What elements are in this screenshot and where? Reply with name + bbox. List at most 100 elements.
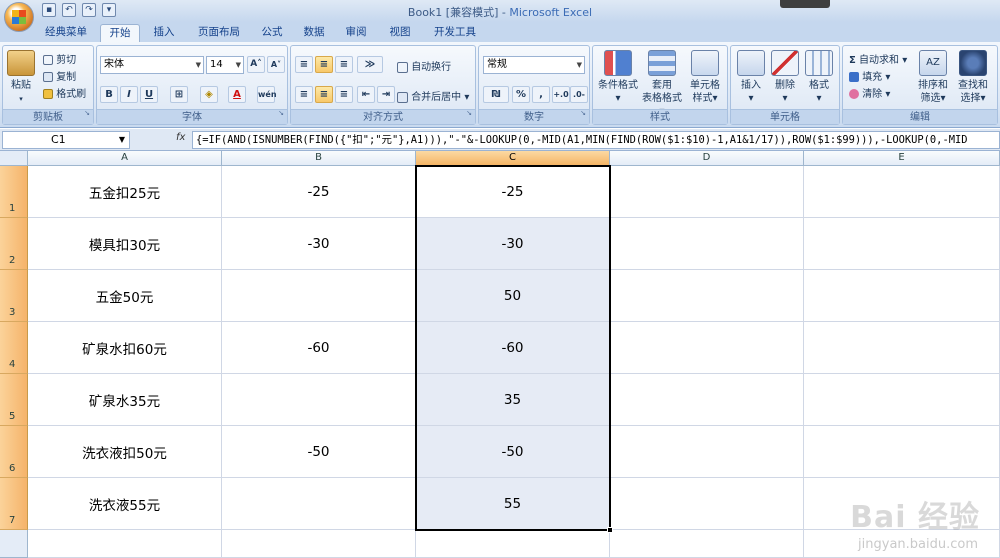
office-button[interactable] [4, 2, 34, 32]
formula-input[interactable]: {=IF(AND(ISNUMBER(FIND({"扣";"元"},A1))),"… [192, 131, 1000, 149]
font-color-button[interactable]: A [228, 86, 246, 103]
cell-b6[interactable]: -50 [222, 426, 416, 478]
tab-review[interactable]: 审阅 [338, 24, 374, 42]
cut-button[interactable]: 剪切 [43, 51, 76, 66]
autosum-button[interactable]: Σ 自动求和 ▾ [849, 51, 907, 66]
cell-b2[interactable]: -30 [222, 218, 416, 270]
borders-button[interactable]: ⊞ [170, 86, 188, 103]
cell-b7[interactable] [222, 478, 416, 530]
align-left-button[interactable]: ≡ [295, 86, 313, 103]
tab-formulas[interactable]: 公式 [254, 24, 290, 42]
insert-function-icon[interactable]: fx [176, 132, 185, 143]
paste-button[interactable]: 粘贴 ▾ [7, 50, 35, 106]
cell-a6[interactable]: 洗衣液扣50元 [28, 426, 222, 478]
cell-c4[interactable]: -60 [416, 322, 610, 374]
cell-c6[interactable]: -50 [416, 426, 610, 478]
cell-c8[interactable] [416, 530, 610, 558]
cell-e1[interactable] [804, 166, 1000, 218]
percent-button[interactable]: % [512, 86, 530, 103]
cell-a2[interactable]: 模具扣30元 [28, 218, 222, 270]
cell-d5[interactable] [610, 374, 804, 426]
launcher-icon[interactable]: ↘ [466, 106, 472, 121]
column-header-a[interactable]: A [28, 151, 222, 166]
cell-d8[interactable] [610, 530, 804, 558]
bold-button[interactable]: B [100, 86, 118, 103]
cell-styles-button[interactable]: 单元格 样式▾ [685, 50, 725, 105]
comma-button[interactable]: , [532, 86, 550, 103]
cell-b1[interactable]: -25 [222, 166, 416, 218]
fill-handle[interactable] [607, 527, 613, 533]
row-header[interactable]: 2 [0, 218, 28, 270]
cell-a4[interactable]: 矿泉水扣60元 [28, 322, 222, 374]
cell-c5[interactable]: 35 [416, 374, 610, 426]
number-format-select[interactable]: 常规 ▼ [483, 56, 585, 74]
column-header-e[interactable]: E [804, 151, 1000, 166]
window-controls[interactable] [780, 0, 830, 8]
row-header[interactable]: 1 [0, 166, 28, 218]
sort-filter-button[interactable]: AZ 排序和 筛选▾ [913, 50, 953, 105]
tab-view[interactable]: 视图 [382, 24, 418, 42]
launcher-icon[interactable]: ↘ [278, 106, 284, 121]
cell-c3[interactable]: 50 [416, 270, 610, 322]
launcher-icon[interactable]: ↘ [580, 106, 586, 121]
cell-c7[interactable]: 55 [416, 478, 610, 530]
chevron-down-icon[interactable]: ▼ [119, 132, 125, 148]
launcher-icon[interactable]: ↘ [84, 106, 90, 121]
underline-button[interactable]: U [140, 86, 158, 103]
cell-e4[interactable] [804, 322, 1000, 374]
column-header-c[interactable]: C [416, 151, 610, 166]
cell-e3[interactable] [804, 270, 1000, 322]
cell-d1[interactable] [610, 166, 804, 218]
cell-d4[interactable] [610, 322, 804, 374]
grow-font-button[interactable]: A˄ [247, 56, 265, 73]
currency-button[interactable]: ₪ [483, 86, 509, 103]
tab-insert[interactable]: 插入 [146, 24, 182, 42]
format-as-table-button[interactable]: 套用表格格式▾ [641, 50, 683, 118]
shrink-font-button[interactable]: A˅ [267, 56, 285, 73]
orientation-button[interactable]: ≫ [357, 56, 383, 73]
cell-a1[interactable]: 五金扣25元 [28, 166, 222, 218]
font-size-select[interactable]: 14 ▼ [206, 56, 244, 74]
row-header[interactable]: 3 [0, 270, 28, 322]
increase-indent-button[interactable]: ⇥ [377, 86, 395, 103]
delete-cells-button[interactable]: 删除 ▾ [769, 50, 801, 105]
increase-decimal-button[interactable]: +.0 [552, 86, 570, 103]
format-painter-button[interactable]: 格式刷 [43, 85, 86, 100]
name-box[interactable]: C1 ▼ [2, 131, 130, 149]
wrap-text-button[interactable]: 自动换行 [397, 58, 451, 73]
cell-d2[interactable] [610, 218, 804, 270]
italic-button[interactable]: I [120, 86, 138, 103]
cell-a5[interactable]: 矿泉水35元 [28, 374, 222, 426]
align-top-button[interactable]: ≡ [295, 56, 313, 73]
font-name-select[interactable]: 宋体 ▼ [100, 56, 204, 74]
align-middle-button[interactable]: ≡ [315, 56, 333, 73]
cell-a8[interactable] [28, 530, 222, 558]
cell-a7[interactable]: 洗衣液55元 [28, 478, 222, 530]
align-center-button[interactable]: ≡ [315, 86, 333, 103]
insert-cells-button[interactable]: 插入 ▾ [735, 50, 767, 105]
cell-b8[interactable] [222, 530, 416, 558]
align-right-button[interactable]: ≡ [335, 86, 353, 103]
cell-b3[interactable] [222, 270, 416, 322]
cell-e2[interactable] [804, 218, 1000, 270]
phonetic-button[interactable]: wén [257, 86, 277, 103]
row-header[interactable]: 7 [0, 478, 28, 530]
decrease-decimal-button[interactable]: .0- [570, 86, 588, 103]
row-header[interactable] [0, 530, 28, 558]
conditional-formatting-button[interactable]: 条件格式 ▾ [597, 50, 639, 105]
cell-a3[interactable]: 五金50元 [28, 270, 222, 322]
find-select-button[interactable]: 查找和 选择▾ [953, 50, 993, 105]
tab-classic-menu[interactable]: 经典菜单 [38, 24, 94, 42]
tab-data[interactable]: 数据 [296, 24, 332, 42]
clear-button[interactable]: 清除 ▾ [849, 85, 890, 100]
cell-c2[interactable]: -30 [416, 218, 610, 270]
format-cells-button[interactable]: 格式 ▾ [803, 50, 835, 105]
cell-b4[interactable]: -60 [222, 322, 416, 374]
cell-c1[interactable]: -25 [416, 166, 610, 218]
cell-d3[interactable] [610, 270, 804, 322]
cell-d6[interactable] [610, 426, 804, 478]
cell-b5[interactable] [222, 374, 416, 426]
row-header[interactable]: 5 [0, 374, 28, 426]
row-header[interactable]: 6 [0, 426, 28, 478]
copy-button[interactable]: 复制 [43, 68, 76, 83]
